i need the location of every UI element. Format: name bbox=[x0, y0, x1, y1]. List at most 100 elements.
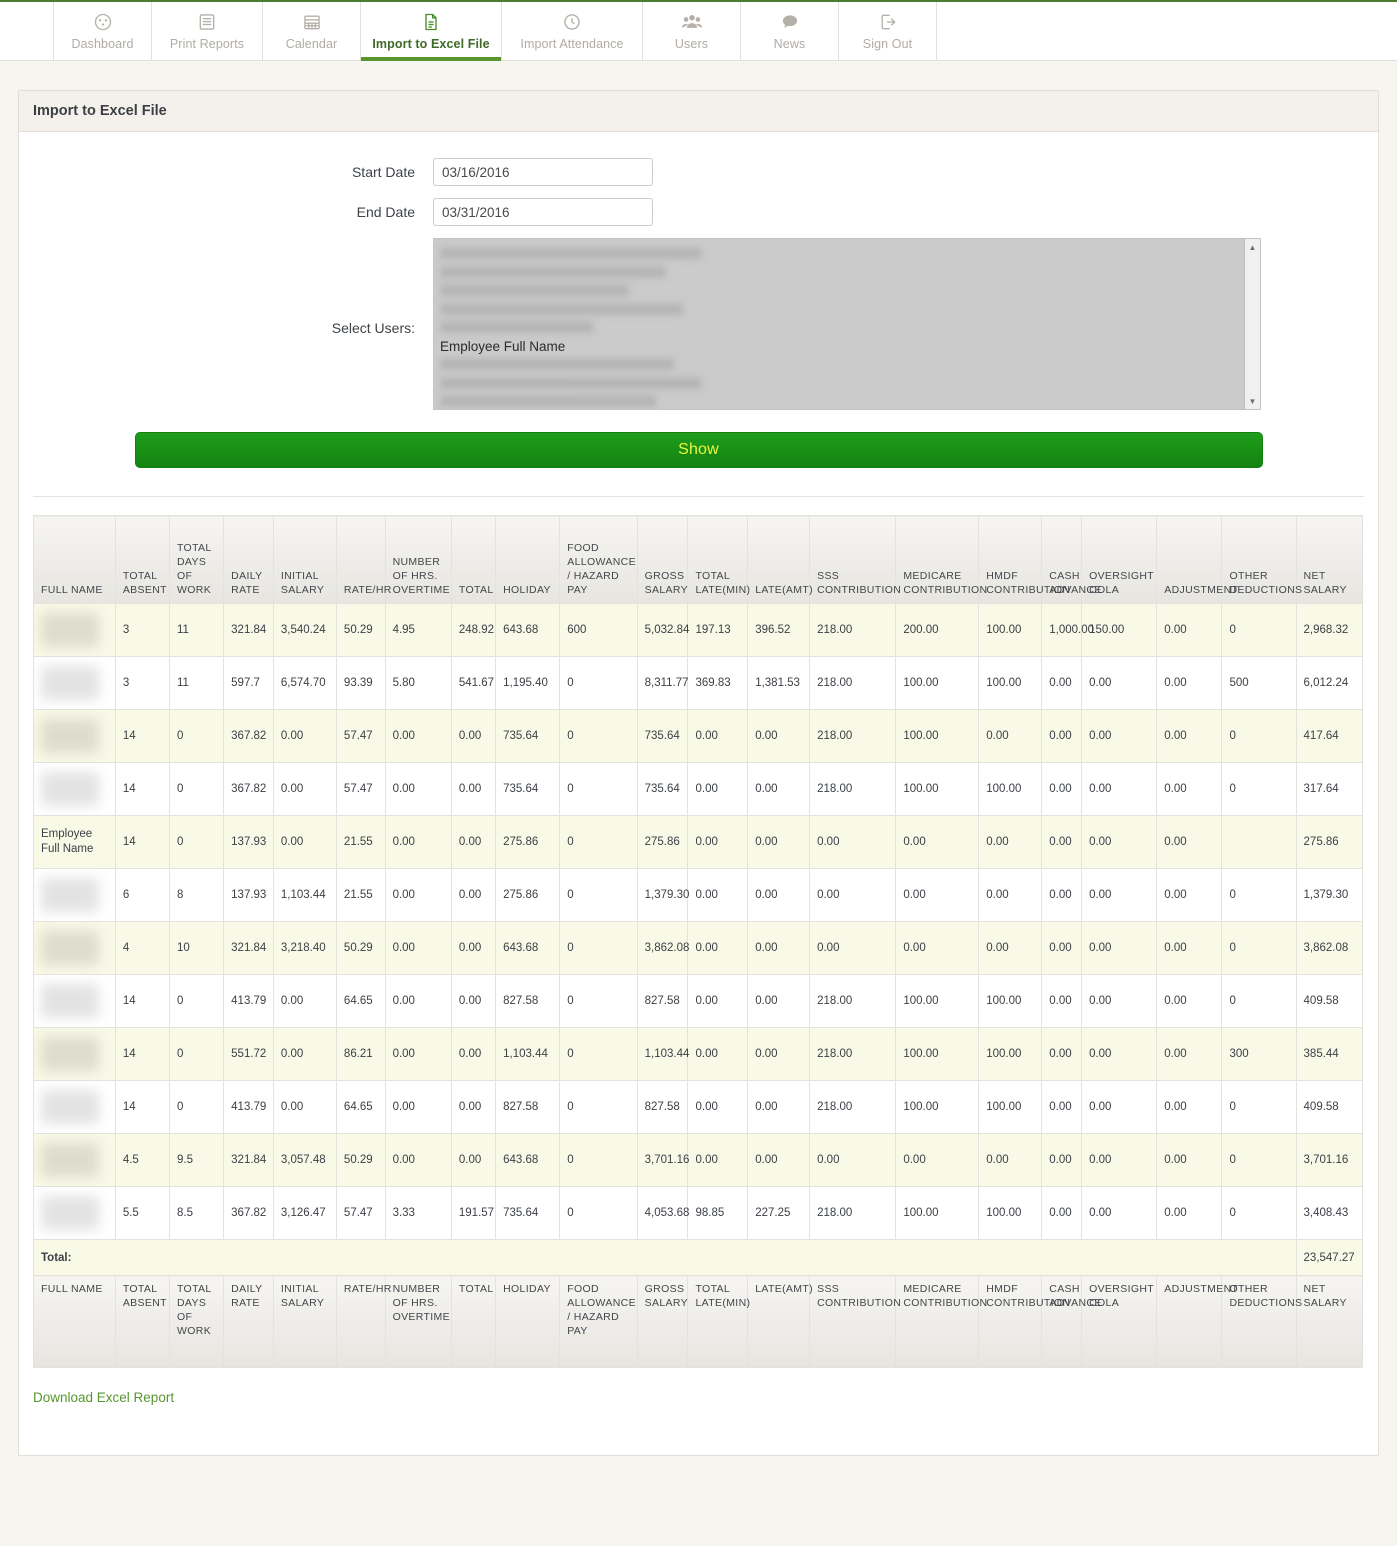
nav-tab-news[interactable]: News bbox=[740, 2, 839, 60]
page-title: Import to Excel File bbox=[19, 91, 1378, 132]
table-cell: 0.00 bbox=[687, 974, 749, 1028]
table-cell: 0.00 bbox=[272, 1080, 337, 1134]
column-header: LATE(AMT) bbox=[747, 515, 813, 604]
table-cell: 137.93 bbox=[223, 815, 274, 869]
user-option[interactable]: XXXXXXXXXXXXXXXXXXXXX bbox=[440, 282, 1244, 301]
table-row: 14 0 367.82 0.00 57.47 0.00 0.00 735.64 0 735.64 0… bbox=[33, 762, 1364, 816]
column-header: HMDF CONTRIBUTION bbox=[978, 515, 1070, 604]
table-cell: 0 bbox=[1221, 974, 1297, 1028]
table-cell: 227.25 bbox=[747, 1186, 811, 1240]
column-header: FULL NAME bbox=[33, 1275, 116, 1368]
user-option[interactable]: XXXXXXXXXXXXXXXXXXXXXXXXXXXXX bbox=[440, 375, 1244, 394]
table-row: 3 11 597.7 6,574.70 93.39 5.80 541.67 1,195.40 0… bbox=[33, 656, 1364, 710]
table-cell: 0.00 bbox=[747, 1133, 811, 1187]
nav-tab-calendar[interactable]: Calendar bbox=[262, 2, 361, 60]
user-option[interactable]: XXXXXXXXXXXXXXXXXXXXXXXX bbox=[440, 393, 1244, 409]
table-cell: 0.00 bbox=[450, 815, 497, 869]
listbox-scrollbar[interactable]: ▲ ▼ bbox=[1244, 239, 1260, 409]
user-option[interactable]: XXXXXXXXXXXXXXXXXXXXXXXXXXX bbox=[440, 301, 1244, 320]
table-cell: 0.00 bbox=[272, 709, 337, 763]
select-users-listbox[interactable]: XXXXXXXXXXXXXXXXXXXXXXXXXXXXX XXXXXXXXXXX… bbox=[433, 238, 1261, 410]
table-cell: 0.00 bbox=[1156, 762, 1223, 816]
table-cell: 735.64 bbox=[495, 762, 561, 816]
user-option[interactable]: XXXXXXXXXXXXXXXXXXXXXXXXXXXXX bbox=[440, 245, 1244, 264]
table-cell: 57.47 bbox=[335, 709, 386, 763]
table-cell: 21.55 bbox=[335, 868, 386, 922]
nav-tab-label: Print Reports bbox=[169, 37, 245, 51]
table-cell: 0.00 bbox=[272, 974, 337, 1028]
table-cell: 0.00 bbox=[1041, 1186, 1083, 1240]
table-cell: 0.00 bbox=[1156, 974, 1223, 1028]
column-header: HOLIDAY bbox=[495, 515, 561, 604]
user-option[interactable]: XXXXXXXXXXXXXXXXXXXXXXXXXX bbox=[440, 356, 1244, 375]
table-cell: 100.00 bbox=[895, 1186, 980, 1240]
table-cell: 248.92 bbox=[450, 603, 497, 657]
table-cell: 3 bbox=[114, 656, 170, 710]
user-option[interactable]: XXXXXXXXXXXXXXXXXXXXXXXXX bbox=[440, 264, 1244, 283]
nav-tab-users[interactable]: Users bbox=[642, 2, 741, 60]
header-row: FULL NAME TOTAL ABSENT TOTAL DAYS OF WORK D… bbox=[33, 515, 1364, 604]
table-cell: 14 bbox=[114, 974, 170, 1028]
end-date-row: End Date bbox=[33, 198, 1364, 226]
user-options-container[interactable]: XXXXXXXXXXXXXXXXXXXXXXXXXXXXX XXXXXXXXXXX… bbox=[434, 239, 1244, 409]
table-cell: 11 bbox=[168, 656, 225, 710]
redacted-name-blur bbox=[41, 613, 99, 647]
table-cell: 0.00 bbox=[687, 709, 749, 763]
filter-form: Start Date End Date Select Users: XXXXXX… bbox=[33, 132, 1364, 497]
table-cell: 0.00 bbox=[978, 709, 1043, 763]
nav-tab-dashboard[interactable]: Dashboard bbox=[53, 2, 152, 60]
table-cell: 218.00 bbox=[809, 1080, 897, 1134]
footer-header-row: FULL NAME TOTAL ABSENT TOTAL DAYS OF WORK D… bbox=[33, 1275, 1364, 1368]
nav-tab-import-to-excel-file[interactable]: Import to Excel File bbox=[360, 2, 502, 61]
scroll-up-arrow-icon[interactable]: ▲ bbox=[1245, 239, 1260, 255]
payroll-report-table: FULL NAME TOTAL ABSENT TOTAL DAYS OF WORK D… bbox=[33, 515, 1364, 1368]
table-cell: 0.00 bbox=[1156, 921, 1223, 975]
table-cell: 0.00 bbox=[1081, 1133, 1158, 1187]
table-cell: 396.52 bbox=[747, 603, 811, 657]
nav-tab-import-attendance[interactable]: Import Attendance bbox=[501, 2, 643, 60]
nav-tab-sign-out[interactable]: Sign Out bbox=[838, 2, 937, 60]
nav-tab-print-reports[interactable]: Print Reports bbox=[151, 2, 263, 60]
table-cell: 197.13 bbox=[687, 603, 749, 657]
table-cell: 417.64 bbox=[1295, 709, 1364, 763]
table-cell: 300 bbox=[1221, 1027, 1297, 1081]
table-cell: 275.86 bbox=[636, 815, 689, 869]
clock-icon bbox=[562, 11, 582, 33]
calendar-icon bbox=[302, 11, 322, 33]
table-cell: 735.64 bbox=[636, 762, 689, 816]
table-cell: 1,103.44 bbox=[636, 1027, 689, 1081]
start-date-input[interactable] bbox=[433, 158, 653, 186]
table-cell: 369.83 bbox=[687, 656, 749, 710]
download-excel-report-link[interactable]: Download Excel Report bbox=[33, 1390, 174, 1405]
table-cell: 0.00 bbox=[1041, 1027, 1083, 1081]
table-cell: 735.64 bbox=[495, 1186, 561, 1240]
column-header: OTHER DEDUCTIONS bbox=[1221, 1275, 1302, 1368]
table-cell: 8,311.77 bbox=[636, 656, 689, 710]
table-cell: 0.00 bbox=[687, 762, 749, 816]
table-cell: 0.00 bbox=[384, 1027, 452, 1081]
user-option[interactable]: XXXXXXXXXXXXXXXXX bbox=[440, 319, 1244, 338]
table-row: 4.5 9.5 321.84 3,057.48 50.29 0.00 0.00 643.68 0… bbox=[33, 1133, 1364, 1187]
table-cell: 0.00 bbox=[450, 868, 497, 922]
table-cell: 3,057.48 bbox=[272, 1133, 337, 1187]
table-cell: 0.00 bbox=[450, 1027, 497, 1081]
table-cell: 100.00 bbox=[978, 1186, 1043, 1240]
show-button[interactable]: Show bbox=[134, 432, 1263, 468]
table-row: 14 0 367.82 0.00 57.47 0.00 0.00 735.64 0 735.64 0… bbox=[33, 709, 1364, 763]
column-header: FOOD ALLOWANCE / HAZARD PAY bbox=[559, 1275, 638, 1368]
table-cell: 100.00 bbox=[978, 603, 1043, 657]
end-date-input[interactable] bbox=[433, 198, 653, 226]
table-cell: 0 bbox=[1221, 1080, 1297, 1134]
user-option[interactable]: Employee Full Name bbox=[440, 338, 1244, 357]
table-cell: 0 bbox=[168, 1027, 225, 1081]
table-cell: 10 bbox=[168, 921, 225, 975]
employee-name-cell bbox=[33, 1080, 116, 1134]
table-cell: 367.82 bbox=[223, 762, 274, 816]
table-cell: 4,053.68 bbox=[636, 1186, 689, 1240]
scroll-down-arrow-icon[interactable]: ▼ bbox=[1245, 393, 1260, 409]
table-cell: 93.39 bbox=[335, 656, 386, 710]
employee-name-cell bbox=[33, 1027, 116, 1081]
table-cell: 643.68 bbox=[495, 603, 561, 657]
table-cell: 6,574.70 bbox=[272, 656, 337, 710]
import-panel: Import to Excel File Start Date End Date… bbox=[18, 90, 1379, 1456]
